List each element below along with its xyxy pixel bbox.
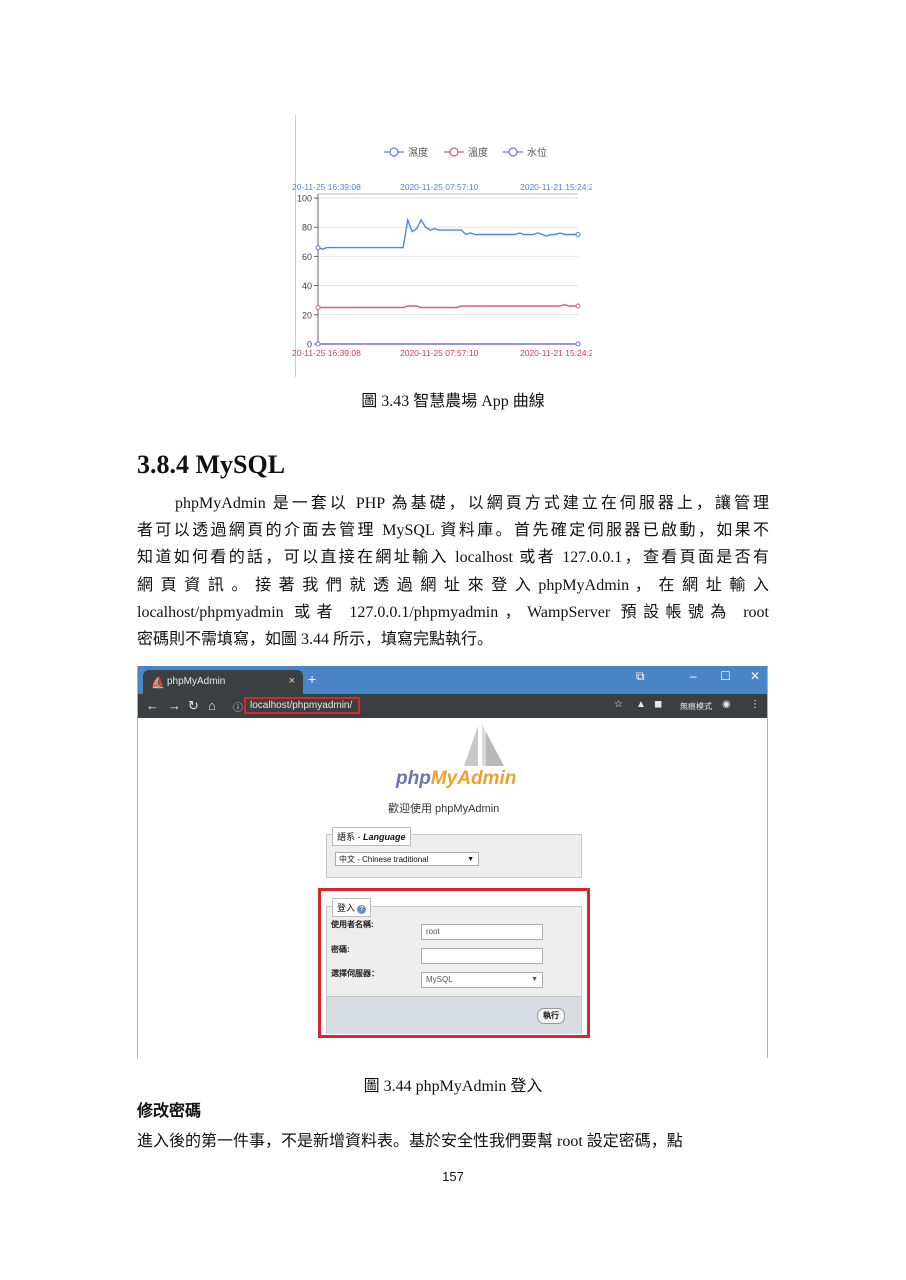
back-icon[interactable]: ← <box>146 698 159 713</box>
new-tab-icon[interactable]: + <box>308 671 316 687</box>
incognito-label: 無痕模式 <box>680 702 712 711</box>
extension-icon[interactable]: ◼ <box>654 699 662 710</box>
login-legend: 登入? <box>332 898 372 917</box>
section-heading: 3.8.4 MySQL <box>137 450 286 479</box>
minimize-icon[interactable]: – <box>690 669 697 683</box>
data-point <box>575 232 581 237</box>
figure-caption-3-44: 圖 3.44 phpMyAdmin 登入 <box>363 1078 543 1095</box>
password-label: 密碼: <box>331 945 350 954</box>
language-legend-en: Language <box>363 832 406 842</box>
login-footer: 執行 <box>327 996 581 1034</box>
phpmyadmin-favicon-icon: ⛵ <box>151 677 165 689</box>
legend-marker <box>389 147 399 157</box>
server-select[interactable]: MySQL ▼ <box>421 972 543 988</box>
paragraph-line: 網 頁 資 訊 。 接 著 我 們 就 透 過 網 址 來 登 入 phpMyA… <box>137 576 769 594</box>
url-text: localhost/phpmyadmin/ <box>250 700 353 711</box>
bookmark-star-icon[interactable]: ☆ <box>614 699 623 710</box>
cast-icon[interactable]: ⧉ <box>636 669 645 684</box>
tab-title: phpMyAdmin <box>167 676 226 687</box>
phpmyadmin-logo: phpMyAdmin <box>396 768 516 790</box>
body-paragraph-2: 進入後的第一件事，不是新增資料表。基於安全性我們要幫 root 設定密碼，點 <box>137 1133 683 1150</box>
language-legend: 語系 - Language <box>332 827 411 846</box>
y-tick-label: 40 <box>302 281 312 291</box>
legend-marker <box>449 147 459 157</box>
browser-toolbar: ← → ↻ ⌂ ⓘ localhost/phpmyadmin/ ☆ ▲ ◼ 無痕… <box>138 694 767 718</box>
language-fieldset: 語系 - Language 中文 - Chinese traditional ▼ <box>326 827 582 878</box>
y-tick-label: 100 <box>297 194 312 204</box>
language-select-value: 中文 - Chinese traditional <box>339 855 429 864</box>
paragraph-line: 者可以透過網頁的介面去管理 MySQL 資料庫。首先確定伺服器已啟動，如果不 <box>137 522 769 540</box>
maximize-icon[interactable]: ☐ <box>720 669 731 683</box>
x-tick-label: 2020-11-21 15:24:2 <box>520 348 592 358</box>
paragraph-line: 密碼則不需填寫，如圖 3.44 所示，填寫完點執行。 <box>137 630 494 648</box>
data-point <box>315 341 321 347</box>
subheading: 修改密碼 <box>137 1101 202 1120</box>
line-chart: 濕度 溫度 水位10080604020020-11-25 16:39:0820-11… <box>292 146 592 358</box>
page-number: 157 <box>442 1169 464 1184</box>
data-point <box>575 303 581 309</box>
reload-icon[interactable]: ↻ <box>188 698 199 714</box>
help-icon[interactable]: ? <box>357 905 367 914</box>
language-legend-zh: 語系 - <box>337 832 363 842</box>
address-bar[interactable]: localhost/phpmyadmin/ <box>244 697 360 714</box>
series-line <box>317 217 578 250</box>
y-tick-label: 60 <box>302 252 312 262</box>
server-select-value: MySQL <box>426 975 453 984</box>
paragraph-line: 知道如何看的話，可以直接在網址輸入 localhost 或者 127.0.0.1… <box>137 549 769 567</box>
legend-marker <box>508 147 518 157</box>
forward-icon[interactable]: → <box>168 698 181 713</box>
chevron-down-icon: ▼ <box>467 856 474 863</box>
y-tick-label: 20 <box>302 310 312 320</box>
language-select[interactable]: 中文 - Chinese traditional ▼ <box>335 852 479 866</box>
chart-figure: 濕度 溫度 水位 100 80 60 40 20 0 20-11-25 16:39:08 20-11… <box>292 115 592 380</box>
series-line <box>318 303 578 309</box>
login-legend-text: 登入 <box>337 903 356 913</box>
top-x-tick-label: 20-11-25 16:39:08 <box>292 182 361 192</box>
go-button[interactable]: 執行 <box>537 1008 565 1024</box>
info-icon: ⓘ <box>233 703 243 714</box>
close-tab-icon[interactable]: × <box>289 675 295 687</box>
password-input[interactable] <box>421 948 543 964</box>
logo-php: php <box>396 768 431 789</box>
legend-label: 濕度 <box>408 146 428 159</box>
legend-label: 水位 <box>527 146 547 159</box>
body-paragraph: phpMyAdmin 是一套以 PHP 為基礎，以網頁方式建立在伺服器上，讓管理… <box>137 490 769 653</box>
browser-tab[interactable]: ⛵ phpMyAdmin × <box>143 670 303 694</box>
username-input[interactable]: root <box>421 924 543 940</box>
login-fieldset: 登入? 使用者名稱: root 密碼: 選擇伺服器： MySQL ▼ 執行 <box>326 898 582 1034</box>
data-point <box>575 341 581 347</box>
welcome-heading: 歡迎使用 phpMyAdmin <box>388 803 500 815</box>
chevron-down-icon: ▼ <box>531 976 538 983</box>
server-label: 選擇伺服器： <box>331 969 379 978</box>
incognito-icon[interactable]: ◉ <box>722 699 731 710</box>
browser-screenshot: ⛵ phpMyAdmin × + ⧉ – ☐ ✕ ← → ↻ ⌂ ⓘ local… <box>137 666 768 1058</box>
figure-caption-3-43: 圖 3.43 智慧農場 App 曲線 <box>361 393 545 410</box>
top-x-tick-label: 2020-11-25 07:57:10 <box>400 182 479 192</box>
x-tick-label: 2020-11-25 07:57:10 <box>400 348 479 358</box>
top-x-tick-label: 2020-11-21 15:24:2 <box>520 182 592 192</box>
extension-icon[interactable]: ▲ <box>636 699 646 710</box>
paragraph-line: phpMyAdmin 是一套以 PHP 為基礎，以網頁方式建立在伺服器上，讓管理 <box>137 495 769 512</box>
logo-myadmin: MyAdmin <box>430 768 517 789</box>
legend-label: 溫度 <box>468 146 488 159</box>
close-window-icon[interactable]: ✕ <box>750 669 760 683</box>
y-tick-label: 80 <box>302 223 312 233</box>
home-icon[interactable]: ⌂ <box>208 698 216 713</box>
data-point <box>315 245 321 251</box>
data-point <box>315 305 321 310</box>
browser-tab-bar: ⛵ phpMyAdmin × + ⧉ – ☐ ✕ <box>138 666 767 694</box>
x-tick-label: 20-11-25 16:39:08 <box>292 348 361 358</box>
phpmyadmin-sail-logo-icon <box>464 724 504 766</box>
username-label: 使用者名稱: <box>331 920 374 929</box>
menu-icon[interactable]: ⋮ <box>750 699 760 710</box>
paragraph-line: localhost/phpmyadmin 或者 127.0.0.1/phpmya… <box>137 603 769 621</box>
